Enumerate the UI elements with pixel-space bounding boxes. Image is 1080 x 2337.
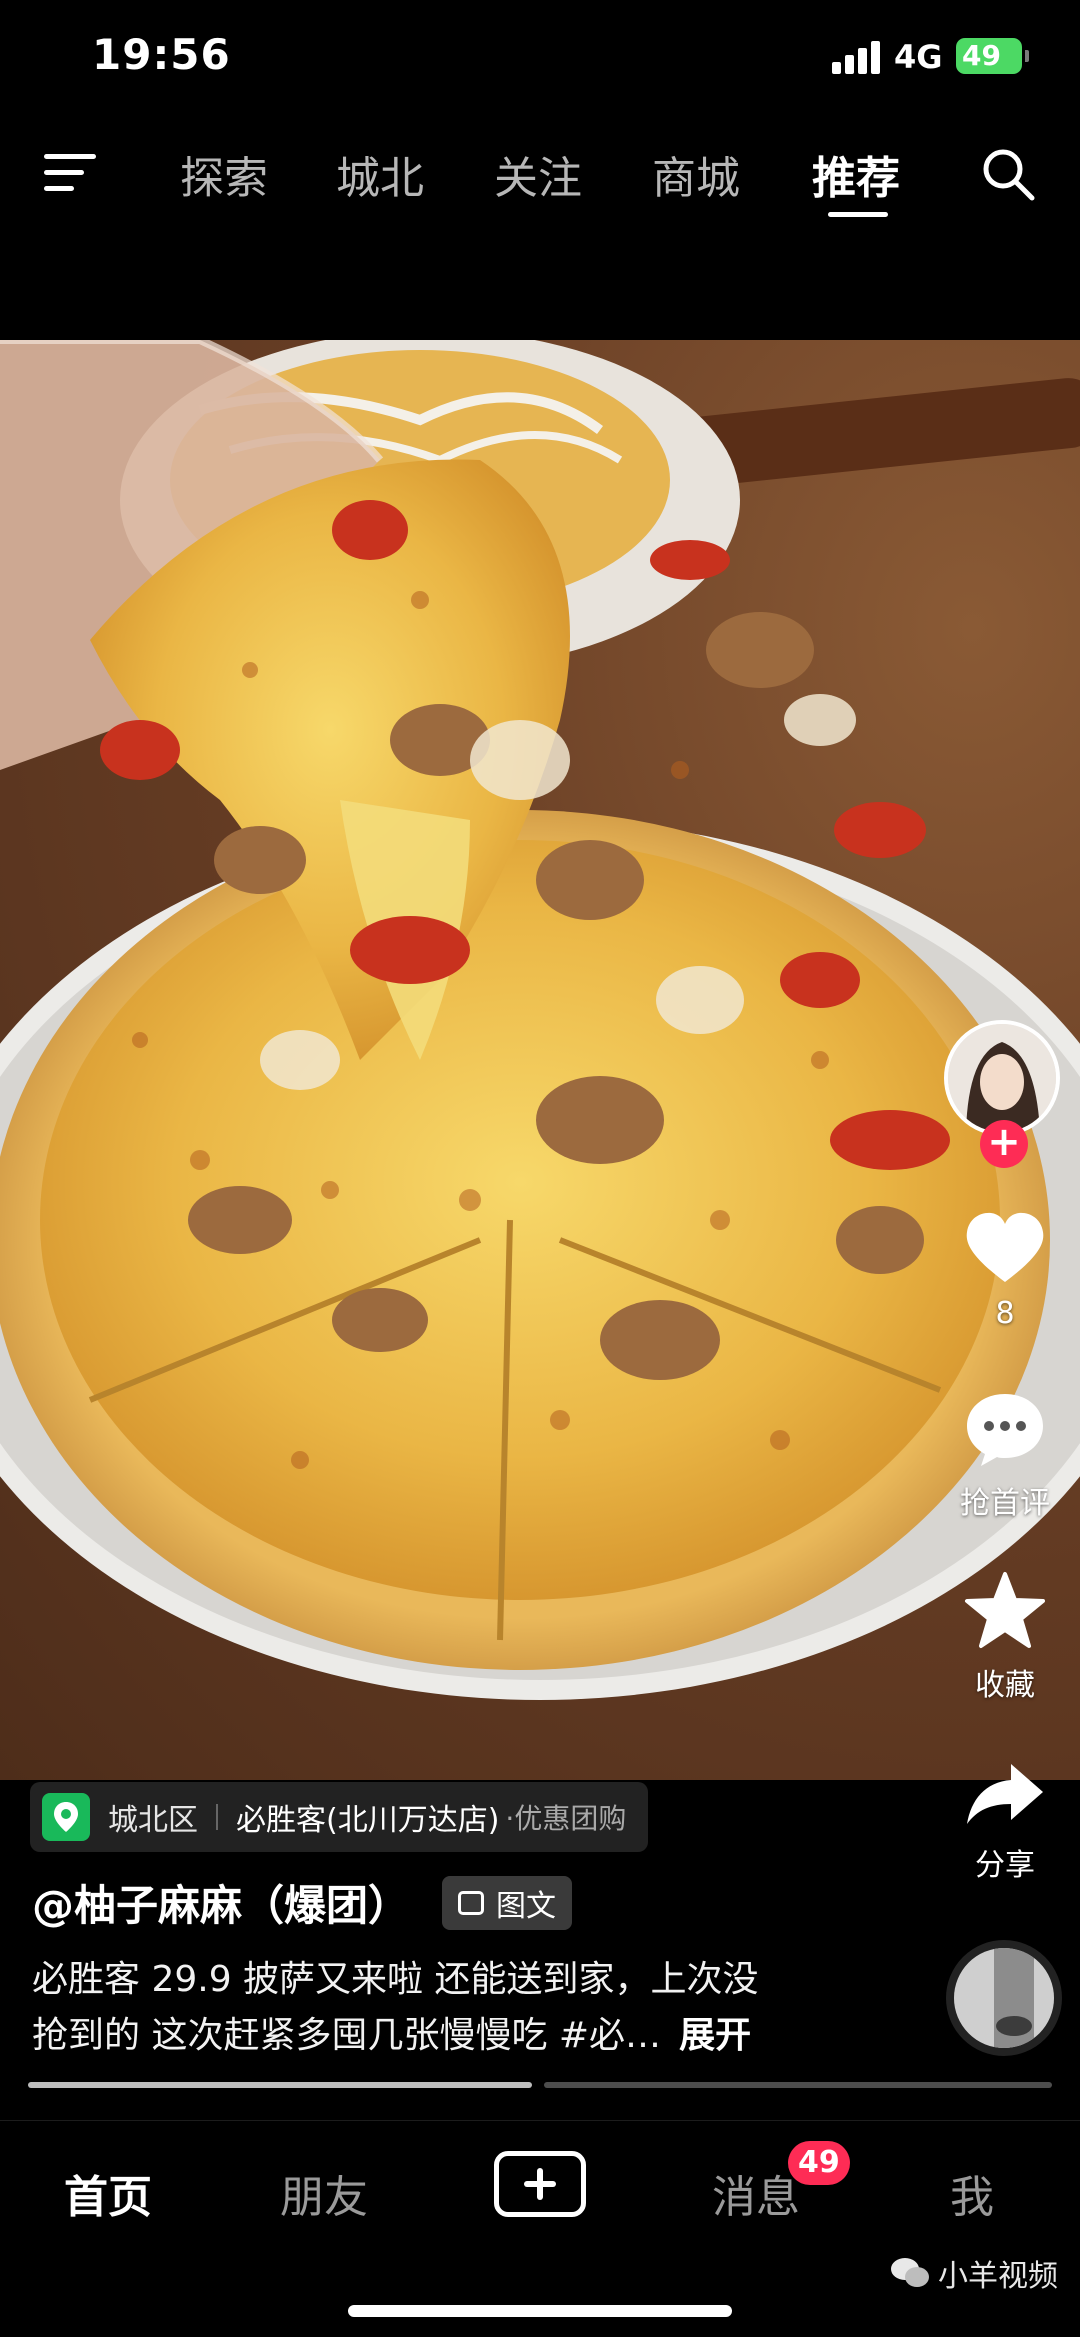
location-divider: [216, 1804, 218, 1830]
top-nav: 探索 城北 关注 商城 推荐: [0, 120, 1080, 230]
status-bar: 19:56 4G 49: [0, 0, 1080, 110]
follow-button[interactable]: +: [980, 1120, 1028, 1168]
tab-recommend[interactable]: 推荐: [812, 142, 900, 206]
tab-home[interactable]: 首页: [64, 2161, 152, 2225]
bottom-tab-bar: 首页 朋友 消息 49 我 小羊视频: [0, 2120, 1080, 2337]
like-button[interactable]: 8: [940, 1210, 1070, 1331]
watermark: 小羊视频: [890, 2251, 1058, 2295]
tab-friends[interactable]: 朋友: [280, 2161, 368, 2225]
image-progress-next: [544, 2082, 1052, 2088]
star-icon: [965, 1572, 1045, 1648]
wechat-icon: [891, 2258, 929, 2287]
comment-button[interactable]: 抢首评: [940, 1390, 1070, 1522]
location-bar[interactable]: 城北区 必胜客(北川万达店) ·优惠团购: [30, 1782, 649, 1852]
author-name[interactable]: @柚子麻麻（爆团）: [32, 1872, 410, 1933]
active-tab-indicator: [828, 212, 888, 217]
image-progress-current: [28, 2082, 532, 2088]
post-caption[interactable]: 必胜客 29.9 披萨又来啦 还能送到家，上次没 抢到的 这次赶紧多囤几张慢慢吃…: [32, 1952, 932, 2064]
tab-city-north[interactable]: 城北: [336, 142, 424, 206]
tab-mall[interactable]: 商城: [652, 142, 740, 206]
tab-explore[interactable]: 探索: [180, 142, 268, 206]
status-time: 19:56: [92, 30, 231, 79]
favorite-button[interactable]: 收藏: [940, 1570, 1070, 1704]
signal-icon: [832, 40, 882, 74]
location-pin-icon: [42, 1793, 90, 1841]
post-image[interactable]: [0, 340, 1080, 1780]
like-count: 8: [995, 1296, 1015, 1331]
post-type-badge: 图文: [442, 1876, 572, 1930]
location-store: 必胜客(北川万达店): [236, 1803, 500, 1838]
share-button[interactable]: 分享: [940, 1760, 1070, 1884]
share-label: 分享: [975, 1848, 1035, 1883]
location-deal: ·优惠团购: [505, 1802, 627, 1835]
watermark-text: 小羊视频: [938, 2259, 1058, 2294]
share-icon: [967, 1764, 1043, 1824]
caption-line-2: 抢到的 这次赶紧多囤几张慢慢吃 #必…: [32, 2015, 662, 2056]
post-type-label: 图文: [496, 1889, 556, 1924]
home-indicator: [348, 2305, 732, 2317]
network-type: 4G: [894, 38, 943, 76]
avatar-image: [948, 1024, 1056, 1132]
music-disc[interactable]: [946, 1940, 1062, 2056]
tab-messages[interactable]: 消息: [712, 2161, 800, 2225]
caption-line-1: 必胜客 29.9 披萨又来啦 还能送到家，上次没: [32, 1959, 759, 2000]
tab-me[interactable]: 我: [950, 2161, 994, 2225]
location-district: 城北区: [108, 1803, 198, 1838]
gallery-icon: [458, 1891, 484, 1915]
messages-badge: 49: [788, 2141, 850, 2185]
battery-level: 49: [962, 39, 1001, 72]
comment-label: 抢首评: [960, 1486, 1050, 1521]
plus-icon: [524, 2168, 556, 2200]
expand-button[interactable]: 展开: [679, 2015, 751, 2056]
music-cover-image: [954, 1948, 1054, 2048]
pizza-illustration: [0, 340, 1080, 1700]
heart-icon: [966, 1212, 1044, 1282]
tab-following[interactable]: 关注: [494, 142, 582, 206]
menu-icon[interactable]: [44, 150, 100, 196]
battery-icon: 49: [956, 38, 1029, 74]
create-button[interactable]: [494, 2151, 586, 2217]
search-icon[interactable]: [978, 144, 1038, 204]
favorite-label: 收藏: [975, 1668, 1035, 1703]
comment-icon: [967, 1394, 1043, 1466]
